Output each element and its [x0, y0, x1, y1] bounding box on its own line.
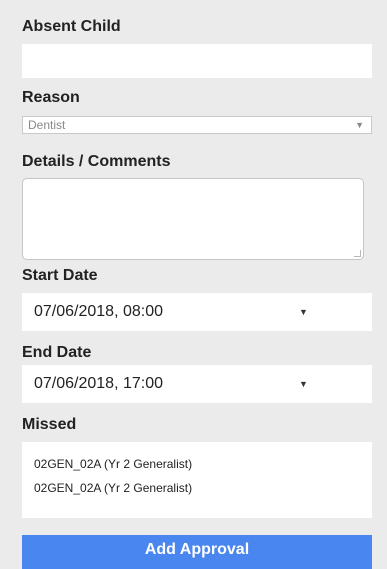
resize-grip-icon[interactable]	[354, 250, 361, 257]
absent-child-label: Absent Child	[22, 18, 121, 35]
details-comments-label: Details / Comments	[22, 153, 171, 170]
reason-selected-value: Dentist	[28, 118, 66, 132]
details-comments-textarea[interactable]	[22, 178, 364, 260]
start-date-value: 07/06/2018, 08:00	[34, 303, 164, 320]
start-date-select[interactable]: 07/06/2018, 08:00 ▼	[22, 293, 372, 331]
end-date-label: End Date	[22, 344, 92, 361]
end-date-select[interactable]: 07/06/2018, 17:00 ▼	[22, 365, 372, 403]
missed-list-item[interactable]: 02GEN_02A (Yr 2 Generalist)	[34, 480, 372, 504]
triangle-down-icon: ▼	[355, 120, 364, 130]
reason-label: Reason	[22, 89, 80, 106]
end-date-value: 07/06/2018, 17:00	[34, 375, 164, 392]
add-approval-button[interactable]: Add Approval	[22, 535, 372, 569]
absent-child-input[interactable]	[22, 44, 372, 78]
reason-select[interactable]: Dentist ▼	[22, 116, 372, 134]
triangle-down-icon: ▼	[299, 379, 308, 389]
start-date-label: Start Date	[22, 267, 98, 284]
missed-label: Missed	[22, 416, 77, 433]
missed-list-item[interactable]: 02GEN_02A (Yr 2 Generalist)	[34, 456, 372, 480]
triangle-down-icon: ▼	[299, 307, 308, 317]
missed-list[interactable]: 02GEN_02A (Yr 2 Generalist) 02GEN_02A (Y…	[22, 442, 372, 518]
